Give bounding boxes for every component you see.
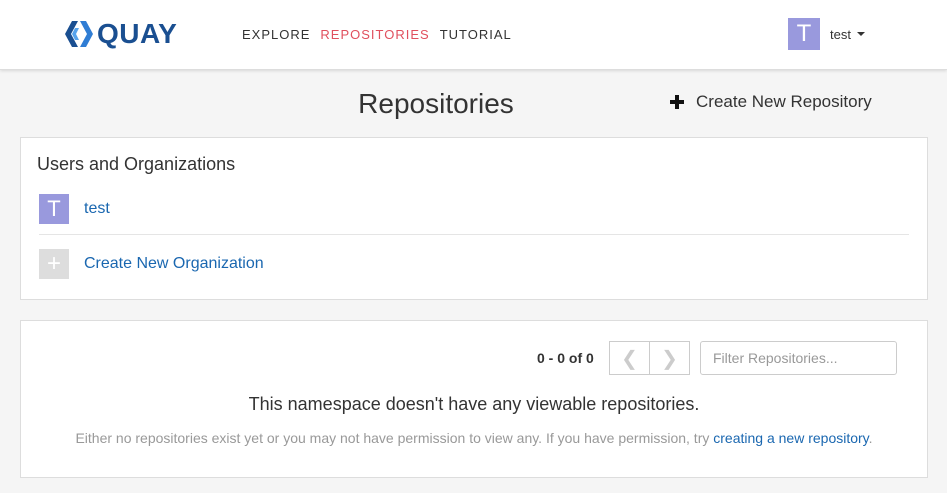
empty-desc-suffix: . — [868, 430, 873, 446]
create-repository-label: Create New Repository — [696, 92, 872, 111]
top-navbar: QUAY EXPLORE REPOSITORIES TUTORIAL T tes… — [0, 0, 947, 70]
main-nav: EXPLORE REPOSITORIES TUTORIAL — [242, 27, 522, 43]
user-avatar: T — [788, 18, 820, 50]
add-organization-icon[interactable]: + — [39, 249, 69, 279]
empty-state-description: Either no repositories exist yet or you … — [21, 430, 927, 446]
create-repository-button[interactable]: Create New Repository — [670, 92, 872, 112]
caret-down-icon — [856, 32, 865, 36]
previous-page-button[interactable]: ❮ — [609, 341, 650, 375]
empty-desc-prefix: Either no repositories exist yet or you … — [75, 430, 714, 446]
user-menu[interactable]: T test — [788, 18, 865, 50]
org-avatar: T — [39, 194, 69, 224]
nav-tutorial[interactable]: TUTORIAL — [440, 27, 512, 43]
empty-state-title: This namespace doesn't have any viewable… — [248, 394, 700, 414]
orgs-panel-title: Users and Organizations — [37, 154, 236, 174]
filter-repositories-input[interactable] — [700, 341, 897, 375]
org-item: T test — [39, 194, 110, 224]
repositories-panel: 0 - 0 of 0 ❮ ❯ This namespace doesn't ha… — [20, 320, 928, 478]
create-new-repository-link[interactable]: creating a new repository — [713, 430, 868, 446]
create-organization-row: + Create New Organization — [39, 249, 264, 279]
create-organization-link[interactable]: Create New Organization — [84, 255, 264, 273]
nav-repositories[interactable]: REPOSITORIES — [320, 27, 429, 43]
next-page-button[interactable]: ❯ — [649, 341, 690, 375]
users-organizations-panel: Users and Organizations T test + Create … — [20, 137, 928, 300]
nav-explore[interactable]: EXPLORE — [242, 27, 310, 43]
org-link-test[interactable]: test — [84, 200, 110, 218]
user-name: test — [830, 26, 851, 42]
divider — [39, 234, 909, 235]
plus-icon — [670, 95, 684, 109]
pagination: ❮ ❯ — [609, 341, 690, 375]
quay-logo[interactable]: QUAY — [64, 18, 177, 50]
brand-name: QUAY — [97, 18, 178, 49]
quay-logo-icon — [65, 21, 93, 47]
pagination-count: 0 - 0 of 0 — [537, 350, 594, 366]
